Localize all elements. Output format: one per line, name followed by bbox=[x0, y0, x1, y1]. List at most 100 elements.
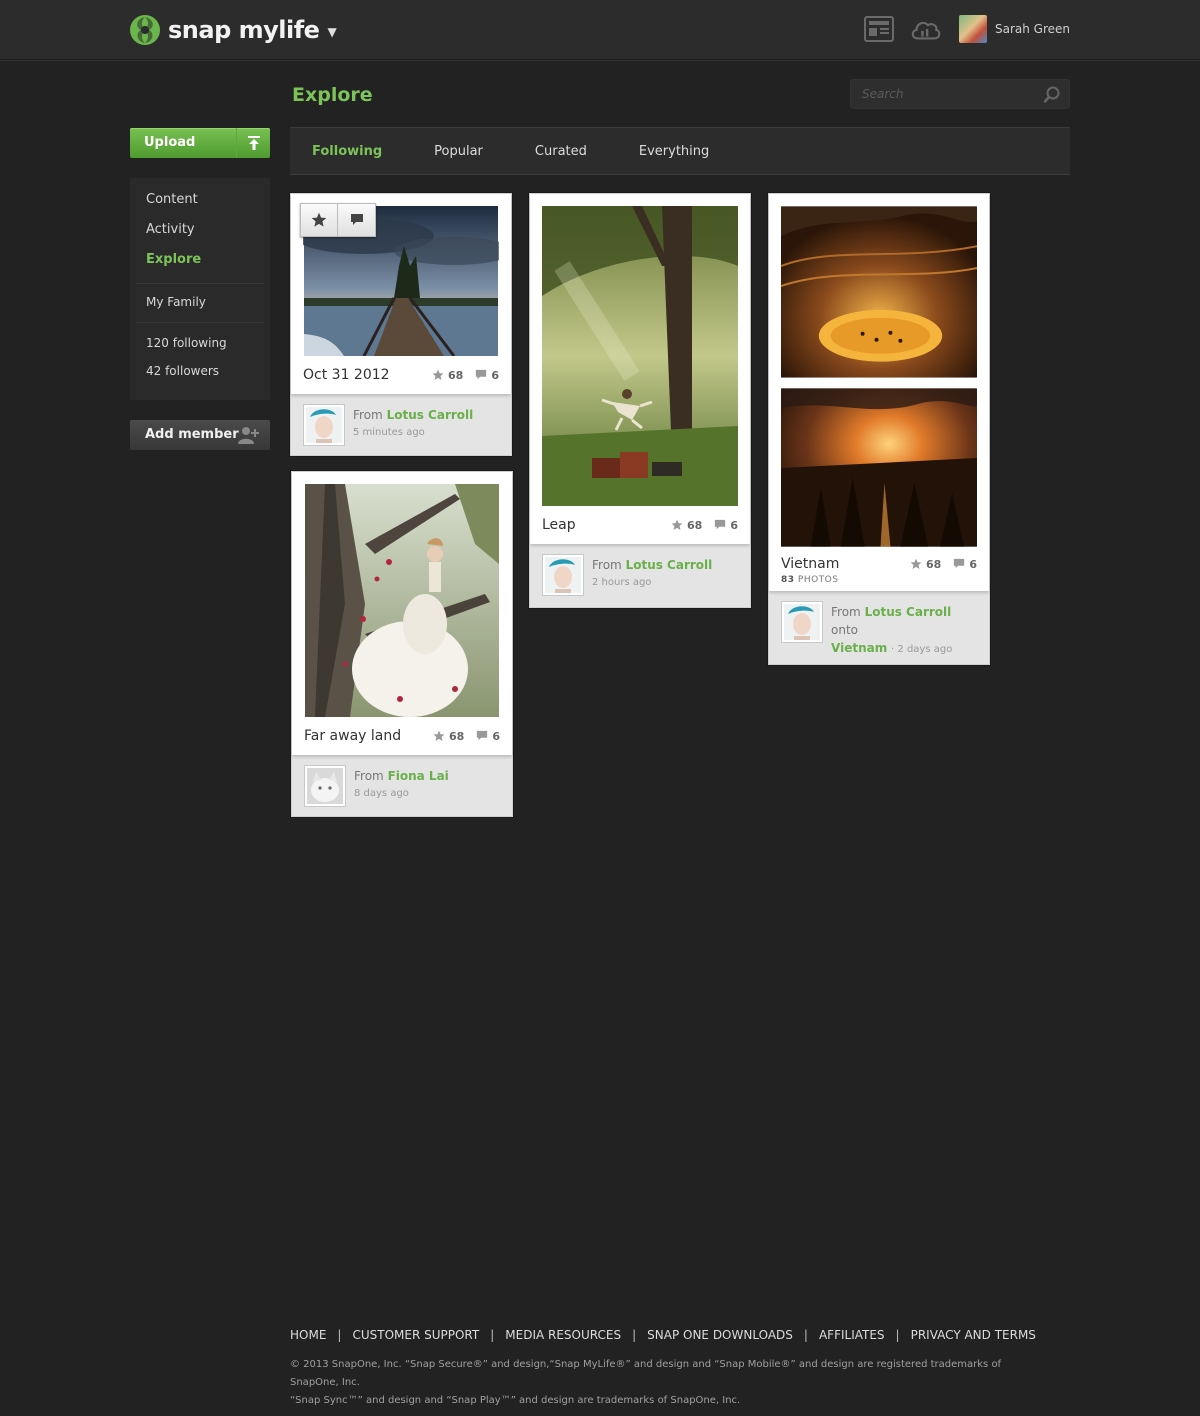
user-avatar[interactable] bbox=[958, 15, 987, 43]
album-card[interactable]: Vietnam 68 6 83 PHOTOS From Lotus Carrol… bbox=[768, 193, 990, 665]
sidebar-divider bbox=[136, 322, 264, 323]
photo-count-label: PHOTOS bbox=[797, 575, 839, 585]
star-icon bbox=[671, 519, 683, 530]
footer-separator: | bbox=[632, 1328, 637, 1342]
author-avatar[interactable] bbox=[781, 601, 823, 643]
comment-count-value: 6 bbox=[730, 518, 738, 532]
card-attribution: From Fiona Lai 8 days ago bbox=[292, 755, 512, 817]
favorite-button[interactable] bbox=[300, 203, 338, 237]
comment-count-value: 6 bbox=[491, 368, 499, 382]
photo-leap[interactable] bbox=[542, 206, 738, 506]
comment-count[interactable]: 6 bbox=[714, 519, 738, 532]
star-count-value: 68 bbox=[449, 729, 465, 743]
sidebar-item-content[interactable]: Content bbox=[130, 185, 270, 215]
author-link[interactable]: Lotus Carroll bbox=[865, 605, 952, 619]
star-count-value: 68 bbox=[448, 368, 464, 382]
upload-arrow-icon bbox=[236, 128, 270, 158]
footer-nav: HOME | CUSTOMER SUPPORT | MEDIA RESOURCE… bbox=[290, 1328, 1036, 1342]
news-feed-icon[interactable] bbox=[863, 14, 895, 44]
sidebar-item-my-family[interactable]: My Family bbox=[130, 288, 270, 316]
author-link[interactable]: Lotus Carroll bbox=[626, 558, 713, 572]
user-name[interactable]: Sarah Green bbox=[995, 22, 1070, 36]
footer-link-privacy-terms[interactable]: PRIVACY AND TERMS bbox=[911, 1328, 1036, 1342]
comment-count[interactable]: 6 bbox=[476, 730, 500, 743]
comment-icon bbox=[954, 558, 965, 569]
timestamp: 2 hours ago bbox=[592, 577, 652, 588]
card-title[interactable]: Oct 31 2012 bbox=[303, 367, 420, 383]
sidebar-item-activity[interactable]: Activity bbox=[130, 215, 270, 245]
comment-icon bbox=[476, 369, 487, 380]
comment-count-value: 6 bbox=[969, 557, 977, 571]
photo-count-value: 83 bbox=[781, 575, 795, 585]
author-link[interactable]: Lotus Carroll bbox=[387, 408, 474, 422]
comment-icon bbox=[350, 214, 363, 225]
upload-button[interactable]: Upload bbox=[130, 128, 270, 158]
add-user-icon bbox=[238, 426, 260, 456]
chevron-down-icon[interactable]: ▼ bbox=[327, 25, 336, 39]
author-avatar[interactable] bbox=[304, 765, 346, 807]
upload-label: Upload bbox=[144, 135, 196, 150]
tab-following[interactable]: Following bbox=[312, 144, 382, 159]
timestamp: 5 minutes ago bbox=[353, 427, 425, 438]
author-avatar[interactable] bbox=[542, 554, 584, 596]
following-count[interactable]: 120 following bbox=[130, 329, 270, 357]
legal-line: “Snap Sync™” and design and “Snap Play™”… bbox=[290, 1395, 741, 1406]
app-logo[interactable]: snap mylife ▼ bbox=[128, 13, 337, 47]
tab-curated[interactable]: Curated bbox=[535, 144, 587, 159]
footer-link-customer-support[interactable]: CUSTOMER SUPPORT bbox=[352, 1328, 479, 1342]
search-box bbox=[850, 79, 1070, 109]
timestamp: 8 days ago bbox=[354, 788, 409, 799]
photo-bride-tree[interactable] bbox=[304, 484, 500, 717]
card-attribution: From Lotus Carroll 2 hours ago bbox=[530, 544, 750, 606]
photo-card[interactable]: Oct 31 2012 68 6 From Lotus Carroll 5 mi… bbox=[290, 193, 512, 456]
card-title[interactable]: Vietnam bbox=[781, 556, 898, 572]
comment-icon bbox=[477, 730, 488, 741]
from-prefix: From bbox=[353, 408, 383, 422]
star-count[interactable]: 68 bbox=[433, 730, 464, 743]
tab-everything[interactable]: Everything bbox=[639, 144, 709, 159]
photo-card[interactable]: Far away land 68 6 From Fiona Lai 8 days… bbox=[291, 471, 513, 817]
footer-link-affiliates[interactable]: AFFILIATES bbox=[819, 1328, 885, 1342]
comment-count[interactable]: 6 bbox=[953, 558, 977, 571]
footer-separator: | bbox=[337, 1328, 342, 1342]
footer-separator: | bbox=[895, 1328, 900, 1342]
star-icon bbox=[433, 730, 445, 741]
photo-rice-terraces[interactable] bbox=[781, 206, 977, 378]
onto-label: onto bbox=[831, 623, 858, 637]
followers-count[interactable]: 42 followers bbox=[130, 357, 270, 385]
from-prefix: From bbox=[592, 558, 622, 572]
comment-count[interactable]: 6 bbox=[475, 369, 499, 382]
photo-card[interactable]: Leap 68 6 From Lotus Carroll 2 hours ago bbox=[529, 193, 751, 608]
album-link[interactable]: Vietnam bbox=[831, 641, 887, 655]
app-name: snap mylife bbox=[168, 16, 320, 44]
snap-logo-icon bbox=[130, 15, 160, 45]
card-title[interactable]: Far away land bbox=[304, 728, 421, 744]
footer-link-home[interactable]: HOME bbox=[290, 1328, 326, 1342]
page-title: Explore bbox=[292, 84, 373, 106]
sidebar-item-explore[interactable]: Explore bbox=[130, 245, 270, 275]
search-input[interactable] bbox=[851, 80, 1031, 108]
cloud-icon[interactable] bbox=[909, 14, 941, 44]
star-icon bbox=[432, 369, 444, 380]
tab-popular[interactable]: Popular bbox=[434, 144, 483, 159]
photo-temple-sunset[interactable] bbox=[781, 388, 977, 547]
author-link[interactable]: Fiona Lai bbox=[388, 769, 449, 783]
star-count[interactable]: 68 bbox=[671, 519, 702, 532]
star-icon bbox=[311, 212, 327, 227]
comment-button[interactable] bbox=[338, 203, 376, 237]
search-icon[interactable] bbox=[1043, 86, 1061, 108]
footer-link-media-resources[interactable]: MEDIA RESOURCES bbox=[505, 1328, 621, 1342]
footer-separator: | bbox=[803, 1328, 808, 1342]
card-title[interactable]: Leap bbox=[542, 517, 659, 533]
photo-count: 83 PHOTOS bbox=[781, 575, 977, 591]
sidebar-menu: Content Activity Explore My Family 120 f… bbox=[130, 178, 270, 400]
add-member-label: Add member bbox=[145, 427, 239, 442]
star-count[interactable]: 68 bbox=[432, 369, 463, 382]
author-avatar[interactable] bbox=[303, 404, 345, 446]
explore-tabs: Following Popular Curated Everything bbox=[290, 127, 1070, 175]
footer-link-downloads[interactable]: SNAP ONE DOWNLOADS bbox=[647, 1328, 793, 1342]
from-prefix: From bbox=[831, 605, 861, 619]
star-count[interactable]: 68 bbox=[910, 558, 941, 571]
add-member-button[interactable]: Add member bbox=[130, 420, 270, 450]
footer-separator: | bbox=[490, 1328, 495, 1342]
